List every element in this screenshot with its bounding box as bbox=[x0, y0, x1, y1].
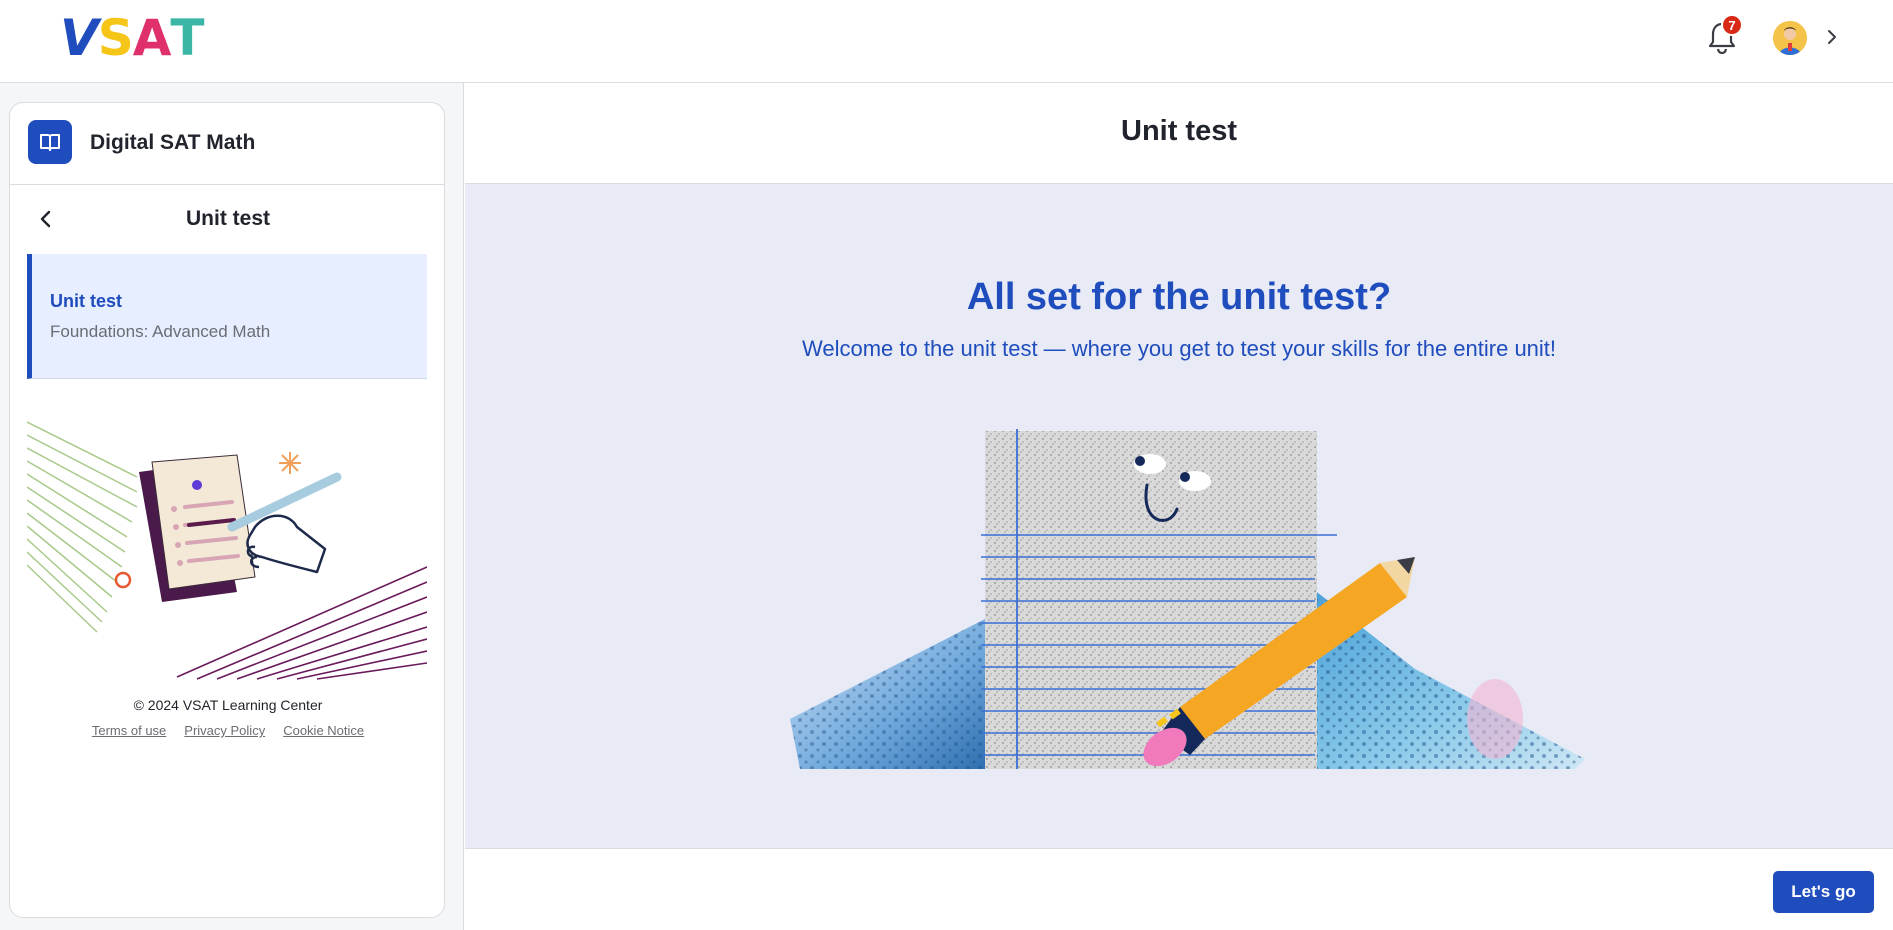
user-avatar[interactable] bbox=[1773, 21, 1807, 55]
book-icon bbox=[28, 120, 72, 164]
logo-letter-v: V bbox=[60, 9, 99, 67]
logo-letter-t: T bbox=[170, 9, 204, 67]
unit-test-intro-panel: All set for the unit test? Welcome to th… bbox=[465, 184, 1893, 849]
main-header: Unit test bbox=[465, 83, 1893, 184]
vsat-logo[interactable]: V S A T bbox=[60, 9, 205, 67]
page-title: Unit test bbox=[1121, 115, 1237, 147]
lesson-item-unit-test[interactable]: Unit test Foundations: Advanced Math bbox=[27, 254, 427, 379]
terms-of-use-link[interactable]: Terms of use bbox=[92, 723, 166, 738]
privacy-policy-link[interactable]: Privacy Policy bbox=[184, 723, 265, 738]
sparkle-icon bbox=[279, 452, 301, 474]
footer-links: Terms of use Privacy Policy Cookie Notic… bbox=[10, 723, 446, 738]
orange-ring bbox=[114, 571, 132, 589]
green-hatch-lines bbox=[27, 421, 138, 633]
test-writing-illustration bbox=[27, 421, 427, 680]
bottom-action-bar: Let's go bbox=[465, 849, 1893, 930]
notification-count-badge: 7 bbox=[1721, 14, 1743, 36]
course-header[interactable]: Digital SAT Math bbox=[10, 103, 444, 185]
lesson-subtitle: Foundations: Advanced Math bbox=[50, 322, 271, 341]
logo-letter-a: A bbox=[132, 9, 172, 67]
notebook-pencil-illustration bbox=[790, 429, 1585, 769]
lesson-title: Unit test bbox=[50, 291, 122, 311]
top-navigation-bar: V S A T 7 bbox=[0, 0, 1893, 83]
chevron-right-icon[interactable] bbox=[1822, 27, 1842, 47]
lets-go-button[interactable]: Let's go bbox=[1773, 871, 1874, 913]
course-title: Digital SAT Math bbox=[90, 131, 256, 154]
intro-headline: All set for the unit test? bbox=[966, 276, 1392, 318]
intro-subline: Welcome to the unit test — where you get… bbox=[801, 336, 1557, 361]
logo-letter-s: S bbox=[97, 9, 134, 67]
notebook-page bbox=[985, 431, 1317, 769]
avatar-illustration bbox=[1773, 21, 1807, 55]
copyright-text: © 2024 VSAT Learning Center bbox=[133, 697, 323, 713]
cookie-notice-link[interactable]: Cookie Notice bbox=[283, 723, 364, 738]
course-sidebar: Digital SAT Math Unit test Unit test Fou… bbox=[9, 102, 445, 918]
section-title: Unit test bbox=[186, 207, 270, 230]
